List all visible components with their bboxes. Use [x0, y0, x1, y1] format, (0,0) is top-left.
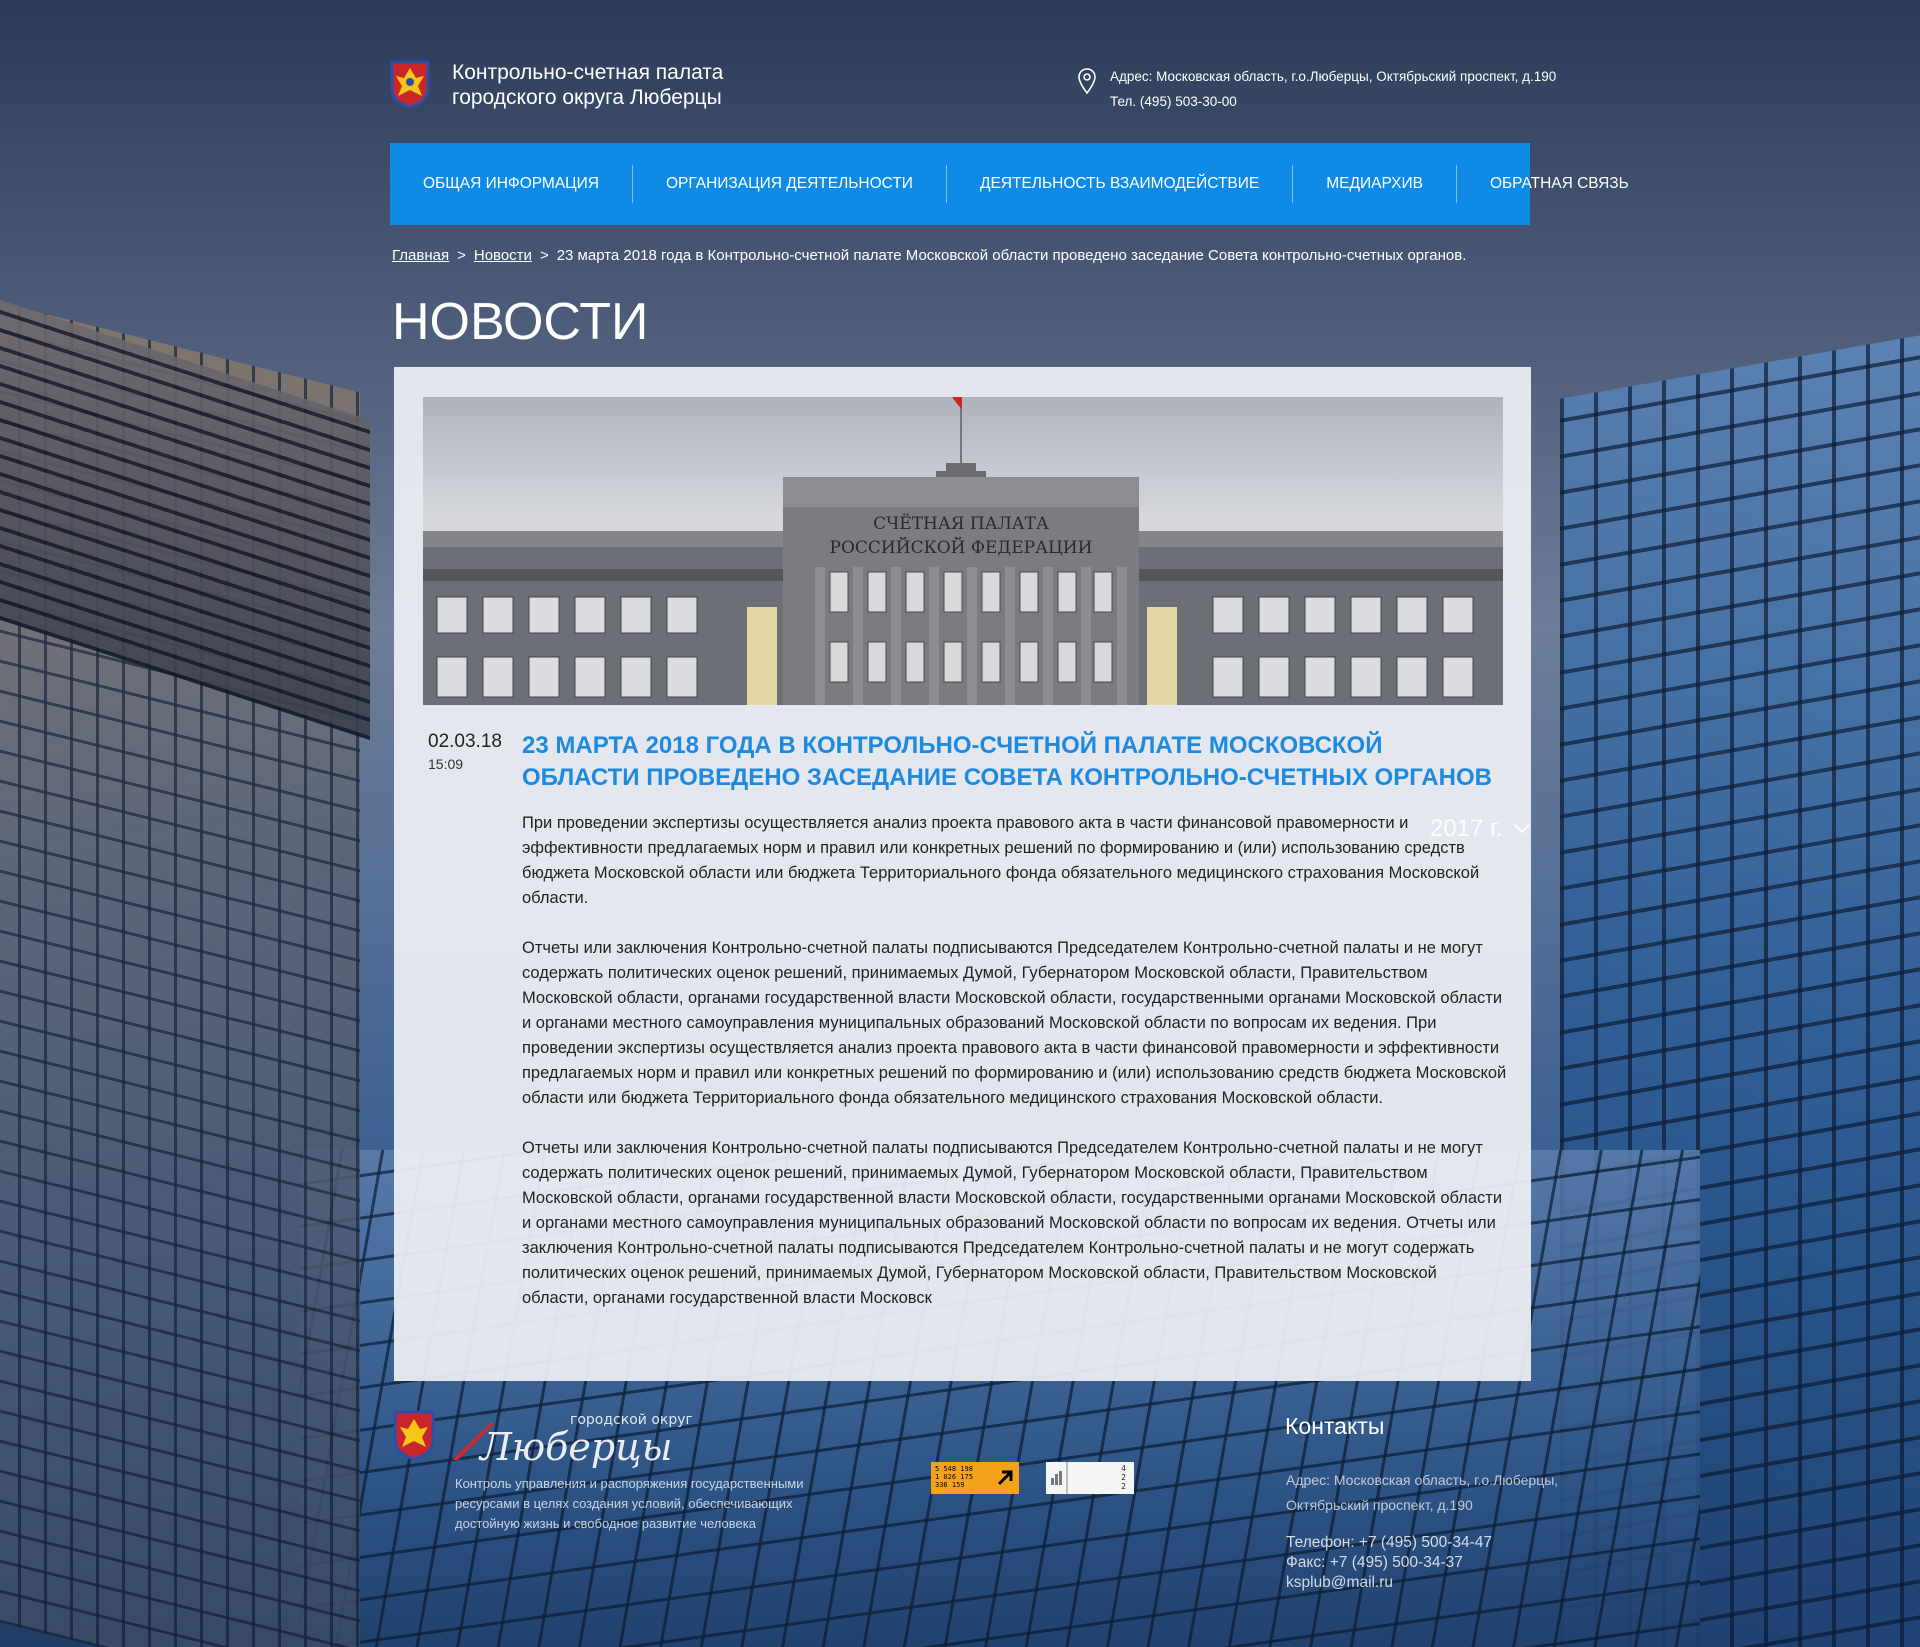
nav-item-general-info[interactable]: ОБЩАЯ ИНФОРМАЦИЯ: [390, 165, 633, 203]
sign-line2: РОССИЙСКОЙ ФЕДЕРАЦИИ: [830, 537, 1093, 558]
news-date: 02.03.18: [428, 731, 502, 752]
year-filter-value: 2017 г.: [1430, 815, 1503, 842]
nav-item-feedback[interactable]: ОБРАТНАЯ СВЯЗЬ: [1457, 165, 1662, 203]
year-filter-dropdown[interactable]: 2017 г.: [1430, 815, 1531, 843]
counter-line: 4: [1121, 1464, 1126, 1473]
counter-line: 336 159: [935, 1481, 965, 1489]
coat-of-arms-icon[interactable]: [390, 60, 430, 108]
nav-item-activity[interactable]: ДЕЯТЕЛЬНОСТЬ ВЗАИМОДЕЙСТВИЕ: [947, 165, 1294, 203]
breadcrumb-separator: >: [539, 247, 549, 264]
news-paragraph: При проведении экспертизы осуществляется…: [522, 814, 1480, 907]
contacts-heading: Контакты: [1285, 1413, 1385, 1439]
header-address: Адрес: Московская область, г.о.Люберцы, …: [1110, 69, 1557, 84]
site-header: Контрольно-счетная палата городского окр…: [390, 60, 1556, 120]
breadcrumb-current: 23 марта 2018 года в Контрольно-счетной …: [556, 247, 1467, 264]
bar-chart-icon: [1051, 1471, 1062, 1485]
breadcrumb-separator: >: [457, 247, 466, 264]
chevron-down-icon: [1513, 824, 1530, 834]
breadcrumb: Главная > Новости >23 марта 2018 года в Кон…: [392, 247, 1466, 264]
counter-line: 1 026 175: [935, 1473, 973, 1481]
news-title[interactable]: 23 марта 2018 года в Контрольно-счетной …: [522, 730, 1502, 794]
contacts-address-line2: Октябрьский проспект, д.190: [1286, 1497, 1473, 1513]
counter-line: 2: [1121, 1482, 1126, 1491]
arrow-up-right-icon: [997, 1470, 1013, 1486]
org-name-line1: Контрольно-счетная палата: [452, 61, 724, 84]
rating-counter-badge[interactable]: 4 2 2: [1046, 1462, 1134, 1494]
breadcrumb-news-link[interactable]: Новости: [474, 247, 532, 264]
contacts-email[interactable]: ksplub@mail.ru: [1286, 1573, 1558, 1593]
org-name-line2: городского округа Люберцы: [452, 86, 722, 109]
accounts-chamber-building-image: СЧЁТНАЯ ПАЛАТА РОССИЙСКОЙ ФЕДЕРАЦИИ: [423, 397, 1503, 705]
contacts-fax: Факс: +7 (495) 500-34-37: [1286, 1554, 1463, 1571]
footer-contacts: Адрес: Московская область, г.о.Люберцы, …: [1286, 1468, 1558, 1593]
page-title: НОВОСТИ: [392, 293, 649, 351]
location-pin-icon: [1078, 68, 1096, 94]
news-card: СЧЁТНАЯ ПАЛАТА РОССИЙСКОЙ ФЕДЕРАЦИИ 02.0…: [394, 367, 1531, 1381]
contacts-phone[interactable]: Телефон: +7 (495) 500-34-47: [1286, 1533, 1558, 1553]
news-paragraph: Отчеты или заключения Контрольно-счетной…: [522, 939, 1507, 1107]
lyubertsy-logo[interactable]: городской округ Люберцы: [452, 1408, 692, 1468]
breadcrumb-home-link[interactable]: Главная: [392, 247, 449, 264]
header-contacts: Адрес: Московская область, г.о.Люберцы, …: [1110, 64, 1556, 114]
news-paragraph: Отчеты или заключения Контрольно-счетной…: [522, 1139, 1503, 1307]
news-time: 15:09: [428, 756, 464, 772]
header-phone: Тел. (495) 503-30-00: [1110, 94, 1237, 109]
contacts-address-line1: Адрес: Московская область, г.о.Люберцы,: [1286, 1472, 1559, 1488]
footer-tagline: Контроль управления и распоряжения госуд…: [455, 1476, 804, 1531]
news-body: При проведении экспертизы осуществляется…: [522, 811, 1507, 1336]
footer-coat-of-arms-icon: [393, 1410, 435, 1460]
org-name[interactable]: Контрольно-счетная палата городского окр…: [452, 60, 723, 110]
visit-counter-badge[interactable]: 5 548 198 1 026 175 336 159: [931, 1462, 1019, 1494]
counter-line: 5 548 198: [935, 1465, 973, 1473]
nav-item-media-archive[interactable]: МЕДИАРХИВ: [1293, 165, 1457, 203]
nav-item-organization[interactable]: ОРГАНИЗАЦИЯ ДЕЯТЕЛЬНОСТИ: [633, 165, 947, 203]
news-hero-image: СЧЁТНАЯ ПАЛАТА РОССИЙСКОЙ ФЕДЕРАЦИИ: [423, 397, 1503, 705]
counter-line: 2: [1121, 1473, 1126, 1482]
sign-line1: СЧЁТНАЯ ПАЛАТА: [873, 513, 1049, 534]
main-nav: ОБЩАЯ ИНФОРМАЦИЯ ОРГАНИЗАЦИЯ ДЕЯТЕЛЬНОСТ…: [390, 143, 1629, 225]
footer-logo-main: Люберцы: [478, 1425, 673, 1468]
